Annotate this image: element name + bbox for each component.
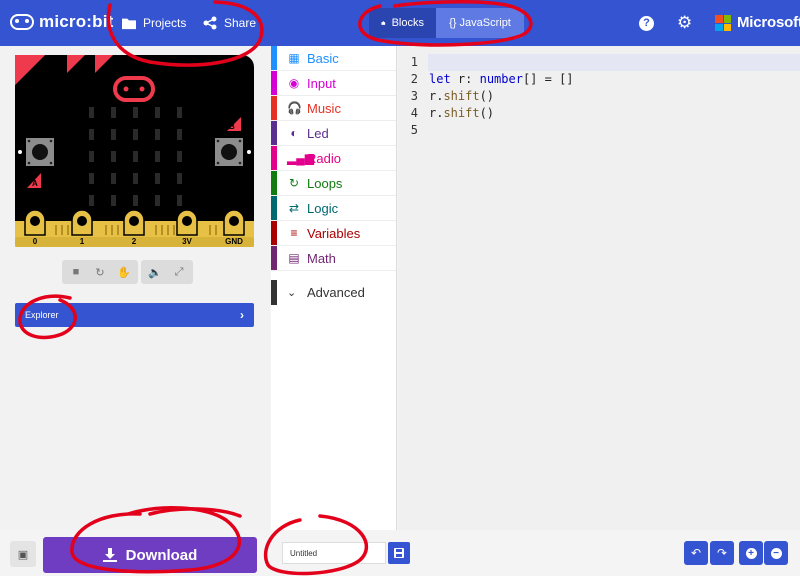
grid-icon: ▦ bbox=[288, 51, 300, 65]
category-basic[interactable]: ▦ Basic bbox=[271, 46, 396, 71]
fullscreen-icon[interactable]: ⤢ bbox=[169, 262, 189, 282]
code-line[interactable]: 5 bbox=[398, 122, 800, 139]
category-music[interactable]: 🎧 Music bbox=[271, 96, 396, 121]
category-radio[interactable]: ▂▄▆ Radio bbox=[271, 146, 396, 171]
share-icon bbox=[203, 16, 217, 30]
line-number: 4 bbox=[410, 106, 418, 120]
mute-icon[interactable]: 🔈 bbox=[145, 262, 165, 282]
calculator-icon: ▤ bbox=[288, 251, 300, 265]
sim-control-group-extra: 🔈 ⤢ bbox=[141, 260, 193, 284]
line-number: 2 bbox=[410, 72, 418, 86]
target-icon: ◉ bbox=[288, 76, 300, 90]
debug-icon[interactable]: ✋ bbox=[114, 262, 134, 282]
share-button[interactable]: Share bbox=[203, 0, 256, 46]
pin-0-label: 0 bbox=[33, 237, 38, 246]
category-led[interactable]: ◐ Led bbox=[271, 121, 396, 146]
microbit-logo[interactable]: micro:bit bbox=[10, 12, 114, 32]
code-line[interactable]: 4 r.shift() bbox=[398, 105, 800, 122]
line-number: 5 bbox=[410, 123, 418, 137]
share-label: Share bbox=[224, 16, 257, 30]
simulator-panel: A B 0 1 2 3V GND ■ ↻ ✋ 🔈 ⤢ Explorer › bbox=[0, 46, 270, 530]
download-button[interactable]: Download bbox=[43, 537, 257, 573]
explorer-toggle[interactable]: Explorer › bbox=[15, 303, 254, 327]
undo-icon[interactable]: ↶ bbox=[684, 541, 708, 565]
pin-gnd-label: GND bbox=[225, 237, 243, 246]
signal-icon: ▂▄▆ bbox=[287, 151, 314, 165]
toggle-icon: ◐ bbox=[290, 126, 298, 140]
pin-1-label: 1 bbox=[80, 237, 85, 246]
download-icon bbox=[102, 548, 117, 562]
code-line[interactable]: 1 bbox=[398, 54, 800, 71]
logo-text: micro:bit bbox=[39, 12, 114, 31]
javascript-tab[interactable]: {} JavaScript bbox=[436, 8, 524, 38]
zoom-out-icon[interactable]: − bbox=[764, 541, 788, 565]
microbit-board[interactable]: A B 0 1 2 3V GND bbox=[15, 55, 254, 247]
microsoft-logo[interactable] bbox=[715, 15, 731, 31]
folder-icon bbox=[122, 18, 136, 30]
microsoft-label: Microsoft bbox=[737, 14, 800, 31]
stop-icon[interactable]: ■ bbox=[66, 262, 86, 282]
loop-icon: ↻ bbox=[288, 176, 300, 190]
category-loops[interactable]: ↻ Loops bbox=[271, 171, 396, 196]
bottom-toolbar: ▣ Download ↶ ↷ + − bbox=[0, 530, 800, 576]
explorer-label: Explorer bbox=[25, 310, 59, 320]
shuffle-icon: ⇄ bbox=[288, 201, 300, 215]
projects-label: Projects bbox=[143, 16, 187, 30]
simulator-controls: ■ ↻ ✋ 🔈 ⤢ bbox=[62, 260, 193, 284]
code-line[interactable]: 2 let r: number[] = [] bbox=[398, 71, 800, 88]
category-advanced[interactable]: ⌄ Advanced bbox=[271, 280, 396, 305]
category-math[interactable]: ▤ Math bbox=[271, 246, 396, 271]
svg-text:A: A bbox=[32, 179, 38, 188]
chevron-right-icon: › bbox=[240, 308, 244, 322]
block-toolbox: ▦ Basic ◉ Input 🎧 Music ◐ Led ▂▄▆ Radio … bbox=[271, 46, 397, 530]
gear-icon[interactable]: ⚙ bbox=[677, 14, 693, 31]
redo-icon[interactable]: ↷ bbox=[710, 541, 734, 565]
code-line[interactable]: 3 r.shift() bbox=[398, 88, 800, 105]
blocks-label: Blocks bbox=[391, 17, 424, 29]
javascript-label: {} JavaScript bbox=[449, 17, 511, 29]
restart-icon[interactable]: ↻ bbox=[90, 262, 110, 282]
headphones-icon: 🎧 bbox=[287, 101, 302, 115]
editor-toggle: Blocks {} JavaScript bbox=[369, 8, 524, 38]
help-icon[interactable]: ? bbox=[639, 16, 654, 31]
sim-control-group-main: ■ ↻ ✋ bbox=[62, 260, 138, 284]
category-input[interactable]: ◉ Input bbox=[271, 71, 396, 96]
microbit-logo-icon bbox=[10, 14, 34, 30]
download-label: Download bbox=[125, 546, 198, 564]
project-name-input[interactable] bbox=[282, 542, 386, 564]
save-icon[interactable] bbox=[388, 542, 410, 564]
list-icon: ≡ bbox=[290, 226, 298, 240]
chevron-down-icon: ⌄ bbox=[287, 287, 297, 299]
zoom-in-icon[interactable]: + bbox=[739, 541, 763, 565]
top-menu-bar: micro:bit Projects Share Blocks {} JavaS… bbox=[0, 0, 800, 46]
line-number: 1 bbox=[410, 55, 418, 69]
pin-2-label: 2 bbox=[132, 237, 137, 246]
category-variables[interactable]: ≡ Variables bbox=[271, 221, 396, 246]
puzzle-icon bbox=[381, 21, 386, 25]
svg-text:B: B bbox=[229, 122, 235, 131]
collapse-icon[interactable]: ▣ bbox=[10, 541, 36, 567]
pin-3v-label: 3V bbox=[182, 237, 192, 246]
line-number: 3 bbox=[410, 89, 418, 103]
blocks-tab[interactable]: Blocks bbox=[369, 8, 436, 38]
category-logic[interactable]: ⇄ Logic bbox=[271, 196, 396, 221]
projects-button[interactable]: Projects bbox=[122, 0, 186, 46]
code-editor[interactable]: 1 2 let r: number[] = [] 3 r.shift() 4 r… bbox=[398, 46, 800, 530]
